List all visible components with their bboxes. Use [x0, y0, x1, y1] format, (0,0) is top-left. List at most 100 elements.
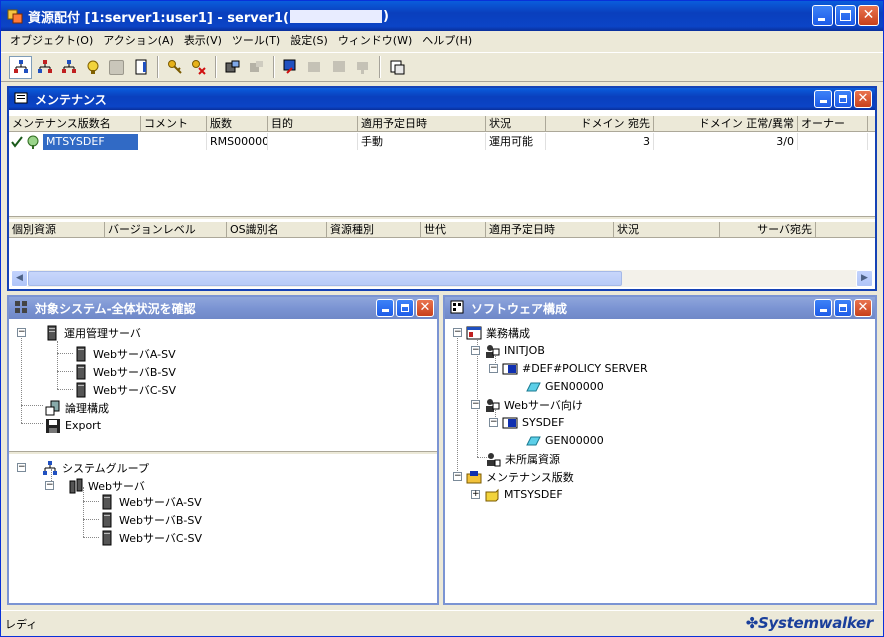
menu-action[interactable]: アクション(A): [98, 32, 179, 50]
col-schedule[interactable]: 適用予定日時: [358, 116, 486, 131]
close-button[interactable]: ✕: [858, 5, 879, 26]
print-button[interactable]: [385, 56, 408, 79]
tree-node-web-a[interactable]: WebサーバA-SV: [73, 345, 176, 362]
tree-node-logical[interactable]: 論理構成: [45, 399, 109, 416]
col-generation[interactable]: 世代: [421, 222, 486, 237]
scroll-left-icon[interactable]: ◀: [11, 270, 28, 287]
tree-node-gen-1[interactable]: GEN00000: [525, 378, 604, 395]
tree-node-group-web-c[interactable]: WebサーバC-SV: [99, 529, 202, 546]
menu-window[interactable]: ウィンドウ(W): [333, 32, 417, 50]
collapse-icon[interactable]: −: [471, 400, 480, 409]
scroll-thumb[interactable]: [28, 271, 622, 286]
col-sub-status[interactable]: 状況: [614, 222, 720, 237]
menu-object[interactable]: オブジェクト(O): [5, 32, 98, 50]
key-delete-icon: [191, 60, 206, 75]
maintenance-maximize-button[interactable]: [834, 90, 852, 108]
window-disabled-icon: [307, 62, 320, 72]
disabled-button[interactable]: [105, 56, 128, 79]
toolbar-separator: [157, 56, 159, 78]
collapse-icon[interactable]: −: [17, 328, 26, 337]
window-icon: [283, 59, 295, 74]
tree-node-mtsysdef[interactable]: + MTSYSDEF: [471, 486, 563, 503]
maintenance-panel: メンテナンス ✕ メンテナンス版数名 コメント 版数 目的 適用予定日時 状況 …: [7, 86, 877, 291]
window-disabled-button-2[interactable]: [327, 56, 350, 79]
collapse-icon[interactable]: −: [45, 481, 54, 490]
server-tree-button[interactable]: [9, 55, 32, 79]
tree-node-unassigned[interactable]: 未所属資源: [485, 450, 560, 467]
collapse-icon[interactable]: −: [471, 346, 480, 355]
window-disabled-button[interactable]: [303, 56, 326, 79]
software-minimize-button[interactable]: [814, 299, 832, 317]
tree-node-sysdef[interactable]: − SYSDEF: [489, 414, 564, 431]
menu-tools[interactable]: ツール(T): [227, 32, 285, 50]
system-close-button[interactable]: ✕: [416, 299, 434, 317]
table-row[interactable]: MTSYSDEF RMS00000 手動 運用可能 3 3/0: [9, 133, 875, 150]
maintenance-splitter[interactable]: [9, 216, 875, 220]
tree-node-policy-server[interactable]: − #DEF#POLICY SERVER: [489, 360, 648, 377]
tree-node-business[interactable]: − 業務構成: [453, 324, 530, 341]
col-comment[interactable]: コメント: [141, 116, 207, 131]
col-sub-schedule[interactable]: 適用予定日時: [486, 222, 614, 237]
col-domain-result[interactable]: ドメイン 正常/異常: [654, 116, 798, 131]
collapse-icon[interactable]: −: [17, 463, 26, 472]
col-server-dest[interactable]: サーバ宛先: [720, 222, 816, 237]
collapse-icon[interactable]: −: [489, 418, 498, 427]
maintenance-titlebar[interactable]: メンテナンス ✕: [9, 88, 875, 110]
server-tree-button-3[interactable]: [57, 56, 80, 79]
software-close-button[interactable]: ✕: [854, 299, 872, 317]
software-titlebar[interactable]: ソフトウェア構成 ✕: [445, 297, 875, 319]
system-minimize-button[interactable]: [376, 299, 394, 317]
maintenance-close-button[interactable]: ✕: [854, 90, 872, 108]
maximize-button[interactable]: [835, 5, 856, 26]
key-button[interactable]: [163, 56, 186, 79]
minimize-button[interactable]: [812, 5, 833, 26]
window-disabled-button-3[interactable]: [351, 56, 374, 79]
menu-view[interactable]: 表示(V): [179, 32, 227, 50]
col-resource-type[interactable]: 資源種別: [327, 222, 421, 237]
main-titlebar[interactable]: 資源配付 [1:server1:user1] - server1( ) ✕: [1, 1, 883, 31]
col-maint-name[interactable]: メンテナンス版数名: [9, 116, 141, 131]
server-tree-icon-2: [37, 60, 52, 73]
tree-node-maint-version[interactable]: − メンテナンス版数: [453, 468, 574, 485]
expand-icon[interactable]: +: [471, 490, 480, 499]
tree-node-group-web-b[interactable]: WebサーバB-SV: [99, 511, 202, 528]
tree-label: 業務構成: [486, 326, 530, 340]
collapse-icon[interactable]: −: [453, 328, 462, 337]
col-resource[interactable]: 個別資源: [9, 222, 105, 237]
tree-node-gen-2[interactable]: GEN00000: [525, 432, 604, 449]
col-owner[interactable]: オーナー: [798, 116, 868, 131]
document-button[interactable]: [129, 56, 152, 79]
transfer-button[interactable]: [221, 56, 244, 79]
menu-settings[interactable]: 設定(S): [285, 32, 333, 50]
system-titlebar[interactable]: 対象システム-全体状況を確認 ✕: [9, 297, 437, 319]
transfer-disabled-button[interactable]: [245, 56, 268, 79]
tree-node-web-c[interactable]: WebサーバC-SV: [73, 381, 176, 398]
key-delete-button[interactable]: [187, 56, 210, 79]
tree-node-web-b[interactable]: WebサーバB-SV: [73, 363, 176, 380]
collapse-icon[interactable]: −: [489, 364, 498, 373]
maintenance-hscrollbar[interactable]: ◀ ▶: [11, 270, 873, 287]
tree-node-ops-server[interactable]: − 運用管理サーバ: [17, 324, 141, 341]
tree-node-export[interactable]: Export: [45, 417, 101, 434]
scroll-right-icon[interactable]: ▶: [856, 270, 873, 287]
result-cell: 3/0: [654, 133, 798, 150]
system-maximize-button[interactable]: [396, 299, 414, 317]
collapse-icon[interactable]: −: [453, 472, 462, 481]
software-maximize-button[interactable]: [834, 299, 852, 317]
col-version-level[interactable]: バージョンレベル: [105, 222, 227, 237]
maintenance-minimize-button[interactable]: [814, 90, 832, 108]
tree-node-initjob[interactable]: − INITJOB: [471, 342, 545, 359]
col-domain-dest[interactable]: ドメイン 宛先: [546, 116, 654, 131]
col-purpose[interactable]: 目的: [268, 116, 358, 131]
resource-button[interactable]: [81, 56, 104, 79]
col-os-name[interactable]: OS識別名: [227, 222, 327, 237]
menu-help[interactable]: ヘルプ(H): [417, 32, 477, 50]
col-version[interactable]: 版数: [207, 116, 268, 131]
server-tree-button-2[interactable]: [33, 56, 56, 79]
tree-node-web-group[interactable]: − Webサーバ: [45, 477, 145, 494]
tree-node-system-group[interactable]: − システムグループ: [17, 459, 149, 476]
col-status[interactable]: 状況: [486, 116, 546, 131]
tree-node-web-job[interactable]: − Webサーバ向け: [471, 396, 583, 413]
tree-node-group-web-a[interactable]: WebサーバA-SV: [99, 493, 202, 510]
window-button[interactable]: [279, 56, 302, 79]
